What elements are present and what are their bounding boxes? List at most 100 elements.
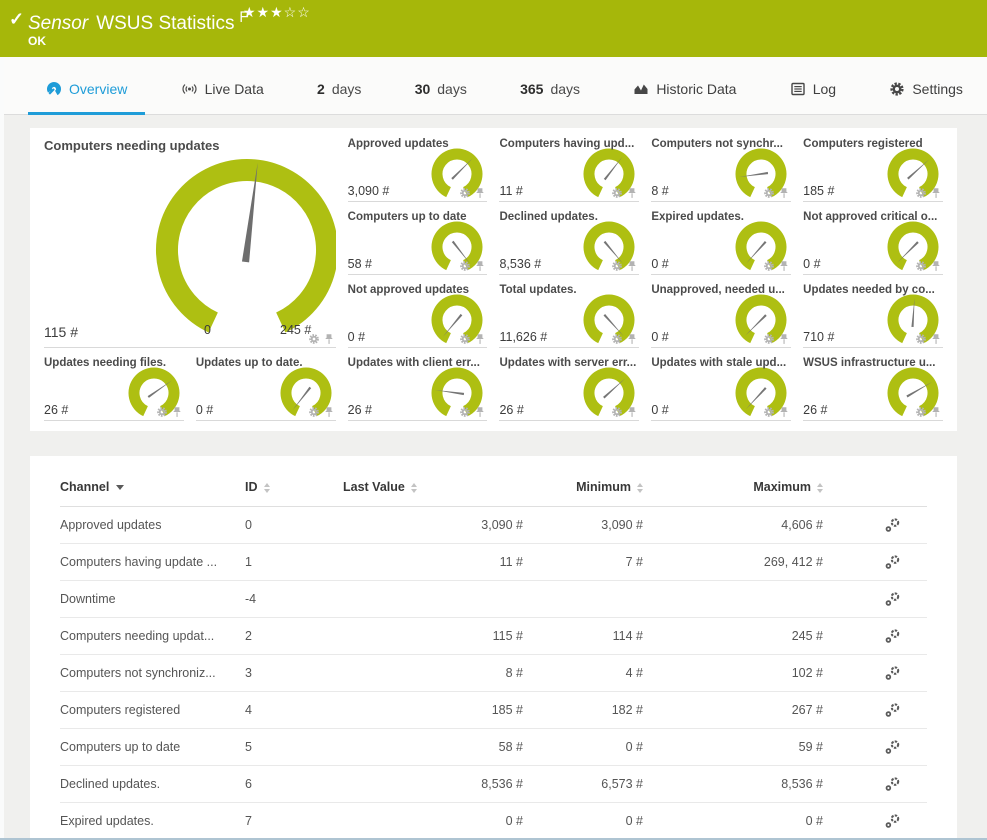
gauge-cell[interactable]: WSUS infrastructure u... 26 # bbox=[803, 355, 943, 421]
gauge-cell[interactable]: Expired updates. 0 # bbox=[651, 209, 791, 275]
pin-icon[interactable] bbox=[931, 187, 941, 199]
pin-icon[interactable] bbox=[931, 406, 941, 418]
gear-icon[interactable] bbox=[763, 406, 775, 418]
tab-2-days[interactable]: 2 days bbox=[299, 81, 379, 114]
gear-icon[interactable] bbox=[763, 333, 775, 345]
channel-name[interactable]: Computers having update ... bbox=[60, 544, 245, 581]
column-header-channel[interactable]: Channel bbox=[60, 466, 245, 507]
pin-icon[interactable] bbox=[931, 260, 941, 272]
gauge-cell[interactable]: Updates with stale upd... 0 # bbox=[651, 355, 791, 421]
gear-icon[interactable] bbox=[611, 260, 623, 272]
gauge-cell[interactable]: Computers registered 185 # bbox=[803, 136, 943, 202]
gear-icon[interactable] bbox=[459, 187, 471, 199]
tab-label: Settings bbox=[912, 81, 963, 97]
channel-id: 7 bbox=[245, 803, 343, 840]
stars-filled[interactable]: ★★★ bbox=[243, 4, 284, 20]
column-header-minimum[interactable]: Minimum bbox=[523, 466, 643, 507]
gauge-cell[interactable]: Updates needed by co... 710 # bbox=[803, 282, 943, 348]
channel-name[interactable]: Computers registered bbox=[60, 692, 245, 729]
gear-icon[interactable] bbox=[611, 333, 623, 345]
column-header-maximum[interactable]: Maximum bbox=[643, 466, 823, 507]
pin-icon[interactable] bbox=[475, 406, 485, 418]
gear-icon[interactable] bbox=[763, 260, 775, 272]
channel-settings-icon[interactable] bbox=[884, 517, 901, 534]
channel-name[interactable]: Downtime bbox=[60, 581, 245, 618]
pin-icon[interactable] bbox=[627, 333, 637, 345]
gauge-cell[interactable]: Updates up to date. 0 # bbox=[196, 355, 336, 421]
tab-30-days[interactable]: 30 days bbox=[397, 81, 485, 114]
pin-icon[interactable] bbox=[779, 187, 789, 199]
gear-icon[interactable] bbox=[308, 333, 320, 345]
minimum-value: 6,573 # bbox=[523, 766, 643, 803]
gear-icon[interactable] bbox=[611, 187, 623, 199]
gauge-cell[interactable]: Computers having upd... 11 # bbox=[499, 136, 639, 202]
gear-icon[interactable] bbox=[915, 187, 927, 199]
gauge-cell[interactable]: Updates needing files. 26 # bbox=[44, 355, 184, 421]
minimum-value: 3,090 # bbox=[523, 507, 643, 544]
pin-icon[interactable] bbox=[627, 406, 637, 418]
pin-icon[interactable] bbox=[324, 333, 334, 345]
gauge-cell[interactable]: Computers up to date 58 # bbox=[348, 209, 488, 275]
channel-settings-icon[interactable] bbox=[884, 591, 901, 608]
tab-overview[interactable]: Overview bbox=[28, 81, 145, 114]
page-title: SensorWSUS Statistics bbox=[28, 7, 249, 35]
channel-name[interactable]: Approved updates bbox=[60, 507, 245, 544]
channel-name[interactable]: Computers not synchroniz... bbox=[60, 655, 245, 692]
gauge-cell[interactable]: Updates with client err... 26 # bbox=[348, 355, 488, 421]
pin-icon[interactable] bbox=[172, 406, 182, 418]
channel-settings-icon[interactable] bbox=[884, 702, 901, 719]
tab-historic-data[interactable]: Historic Data bbox=[615, 81, 754, 114]
last-value bbox=[343, 581, 523, 618]
pin-icon[interactable] bbox=[779, 333, 789, 345]
pin-icon[interactable] bbox=[931, 333, 941, 345]
column-header-id[interactable]: ID bbox=[245, 466, 343, 507]
gear-icon[interactable] bbox=[915, 260, 927, 272]
priority-stars[interactable]: ★★★☆☆ bbox=[243, 4, 311, 21]
gear-icon[interactable] bbox=[459, 260, 471, 272]
channel-settings-icon[interactable] bbox=[884, 739, 901, 756]
tab-settings[interactable]: Settings bbox=[871, 81, 981, 114]
gear-icon[interactable] bbox=[459, 406, 471, 418]
gauge-label: WSUS infrastructure u... bbox=[803, 357, 943, 369]
gauge-cell[interactable]: Computers not synchr... 8 # bbox=[651, 136, 791, 202]
primary-gauge-cell[interactable]: Computers needing updates 0 245 # 115 # bbox=[44, 136, 336, 348]
pin-icon[interactable] bbox=[627, 187, 637, 199]
channel-name[interactable]: Computers needing updat... bbox=[60, 618, 245, 655]
gauge-cell[interactable]: Declined updates. 8,536 # bbox=[499, 209, 639, 275]
tab-live-data[interactable]: Live Data bbox=[163, 81, 282, 114]
channel-settings-icon[interactable] bbox=[884, 554, 901, 571]
gear-icon[interactable] bbox=[763, 187, 775, 199]
stars-empty[interactable]: ☆☆ bbox=[284, 4, 311, 20]
pin-icon[interactable] bbox=[627, 260, 637, 272]
channel-settings-icon[interactable] bbox=[884, 813, 901, 830]
gauge-cell[interactable]: Updates with server err... 26 # bbox=[499, 355, 639, 421]
gauge-cell[interactable]: Not approved updates 0 # bbox=[348, 282, 488, 348]
gauge-cell[interactable]: Approved updates 3,090 # bbox=[348, 136, 488, 202]
pin-icon[interactable] bbox=[475, 333, 485, 345]
channel-name[interactable]: Declined updates. bbox=[60, 766, 245, 803]
gear-icon[interactable] bbox=[915, 333, 927, 345]
channel-settings-icon[interactable] bbox=[884, 665, 901, 682]
tab-log[interactable]: Log bbox=[772, 81, 854, 114]
gauge-cell[interactable]: Unapproved, needed u... 0 # bbox=[651, 282, 791, 348]
gauge-value: 3,090 # bbox=[348, 184, 393, 198]
gear-icon[interactable] bbox=[459, 333, 471, 345]
pin-icon[interactable] bbox=[475, 260, 485, 272]
channel-settings-icon[interactable] bbox=[884, 776, 901, 793]
channel-settings-icon[interactable] bbox=[884, 628, 901, 645]
channel-name[interactable]: Computers up to date bbox=[60, 729, 245, 766]
channel-name[interactable]: Expired updates. bbox=[60, 803, 245, 840]
gear-icon[interactable] bbox=[611, 406, 623, 418]
last-value: 3,090 # bbox=[343, 507, 523, 544]
pin-icon[interactable] bbox=[324, 406, 334, 418]
gauge-cell[interactable]: Total updates. 11,626 # bbox=[499, 282, 639, 348]
column-header-last-value[interactable]: Last Value bbox=[343, 466, 523, 507]
gauge-cell[interactable]: Not approved critical o... 0 # bbox=[803, 209, 943, 275]
tab-365-days[interactable]: 365 days bbox=[502, 81, 598, 114]
gear-icon[interactable] bbox=[915, 406, 927, 418]
pin-icon[interactable] bbox=[475, 187, 485, 199]
pin-icon[interactable] bbox=[779, 260, 789, 272]
pin-icon[interactable] bbox=[779, 406, 789, 418]
gear-icon[interactable] bbox=[308, 406, 320, 418]
gear-icon[interactable] bbox=[156, 406, 168, 418]
